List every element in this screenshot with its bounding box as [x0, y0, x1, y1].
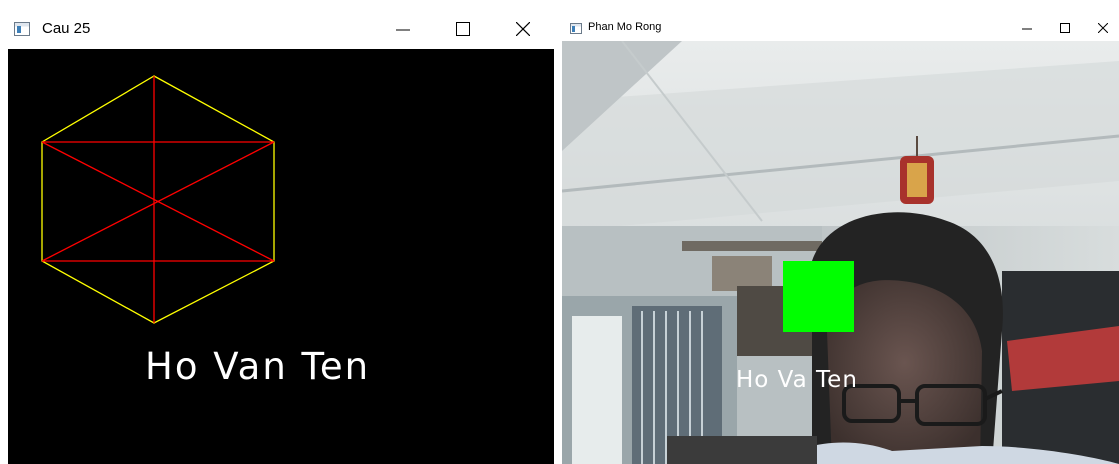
minimize-button[interactable]	[1007, 15, 1047, 41]
window-app-icon	[570, 23, 582, 34]
window-cau-25[interactable]: Cau 25 Ho Van Ten	[4, 8, 554, 464]
minimize-icon	[396, 29, 410, 30]
window-app-icon	[14, 22, 30, 36]
canvas-name-text: Ho Van Ten	[145, 345, 371, 388]
drawing-canvas: Ho Van Ten	[8, 49, 554, 464]
maximize-icon	[1060, 23, 1070, 33]
hexagon-figure	[41, 75, 275, 324]
webcam-view: Ho Va Ten	[562, 41, 1119, 464]
title-bar[interactable]: Phan Mo Rong	[562, 15, 1119, 41]
hexagon-outline	[41, 75, 275, 324]
webcam-frame	[562, 41, 1119, 464]
tracking-box	[783, 261, 854, 332]
maximize-icon	[456, 21, 470, 36]
close-icon	[1098, 23, 1108, 33]
close-icon	[516, 21, 530, 36]
maximize-button[interactable]	[440, 8, 486, 49]
maximize-button[interactable]	[1045, 15, 1085, 41]
close-button[interactable]	[500, 8, 546, 49]
hexagon-diagonals	[41, 76, 275, 323]
overlay-name-text: Ho Va Ten	[736, 367, 858, 393]
title-bar[interactable]: Cau 25	[4, 8, 554, 49]
minimize-icon	[1022, 28, 1032, 30]
close-button[interactable]	[1083, 15, 1119, 41]
window-title: Cau 25	[42, 20, 91, 37]
minimize-button[interactable]	[380, 8, 426, 49]
window-phan-mo-rong[interactable]: Phan Mo Rong Ho Va Ten	[562, 15, 1119, 464]
window-title: Phan Mo Rong	[588, 21, 662, 33]
